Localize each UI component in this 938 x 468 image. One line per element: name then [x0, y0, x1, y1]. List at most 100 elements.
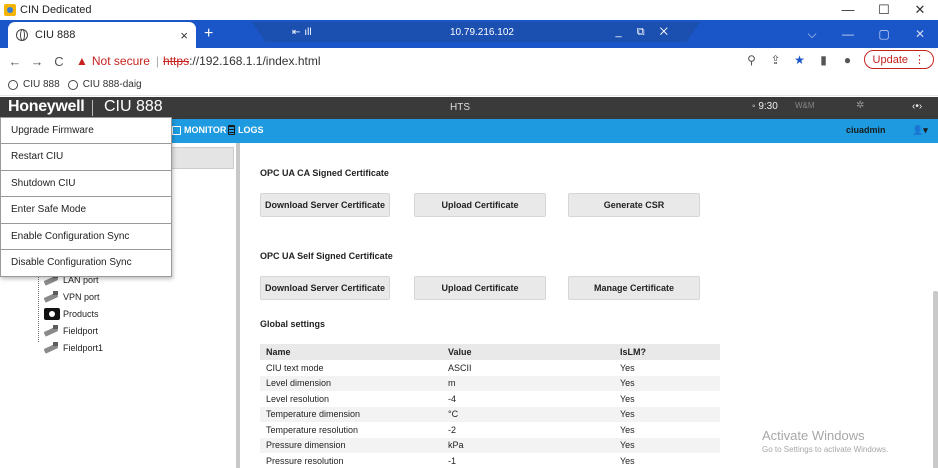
device-tree: LAN port VPN port Products Fieldport Fie… — [44, 271, 103, 356]
table-row[interactable]: Temperature resolution -2 Yes — [260, 422, 720, 438]
cell-value: m — [442, 375, 614, 391]
clock-time: 9:30 — [758, 101, 778, 112]
url-text: ://192.168.1.1/index.html — [189, 54, 321, 68]
window-title-bar: CIN Dedicated — ☐ ✕ — [0, 0, 938, 20]
menu-item-shutdown-ciu[interactable]: Shutdown CIU — [1, 171, 171, 198]
generate-csr-button[interactable]: Generate CSR — [568, 193, 700, 217]
system-menu-dropdown: Upgrade Firmware Restart CIU Shutdown CI… — [0, 117, 172, 278]
menu-item-restart-ciu[interactable]: Restart CIU — [1, 144, 171, 171]
forward-button[interactable]: → — [26, 54, 48, 69]
col-name-header: Name — [260, 344, 442, 360]
url-scheme: https — [163, 54, 190, 68]
sidebar-icon[interactable]: ▮ — [812, 53, 836, 67]
port-icon — [44, 290, 60, 303]
self-download-server-cert-button[interactable]: Download Server Certificate — [260, 276, 390, 300]
cell-name: Temperature resolution — [266, 424, 359, 435]
cell-islm: Yes — [620, 362, 635, 373]
global-settings-title: Global settings — [260, 319, 326, 329]
profile-icon[interactable]: ● — [836, 53, 860, 67]
cell-islm: Yes — [620, 424, 635, 435]
address-bar-actions: ⚲ ⇪ ★ ▮ ● Update ⋮ — [740, 50, 934, 69]
ca-download-server-cert-button[interactable]: Download Server Certificate — [260, 193, 390, 217]
pin-icon[interactable]: ⇤ — [292, 27, 300, 38]
cell-value: -1 — [448, 455, 457, 466]
menu-item-enter-safe-mode[interactable]: Enter Safe Mode — [1, 197, 171, 224]
table-row[interactable]: Pressure dimension kPa Yes — [260, 437, 720, 453]
cell-islm: Yes — [620, 455, 635, 466]
table-row[interactable]: CIU text mode ASCII Yes — [260, 360, 720, 376]
bookmark-ciu-888-daig[interactable]: CIU 888-daig — [67, 79, 142, 90]
kebab-menu-icon: ⋮ — [914, 54, 925, 66]
remote-controls[interactable]: _ ⧉ ✕ — [616, 26, 674, 39]
browser-close-button[interactable]: ✕ — [902, 27, 938, 41]
not-secure-label: Not secure — [91, 54, 150, 68]
bookmark-label: CIU 888-daig — [82, 79, 142, 90]
main-content: OPC UA CA Signed Certificate Download Se… — [240, 143, 938, 468]
cell-islm: Yes — [620, 393, 635, 404]
window-title: CIN Dedicated — [20, 4, 92, 16]
update-button[interactable]: Update ⋮ — [863, 50, 934, 69]
table-row[interactable]: Level resolution -4 Yes — [260, 391, 720, 407]
tree-item-fieldport[interactable]: Fieldport — [44, 322, 103, 339]
share-icon[interactable]: ⇪ — [764, 53, 788, 67]
browser-restore-button[interactable]: ▢ — [866, 27, 902, 41]
cell-islm: Yes — [614, 406, 720, 422]
tree-item-fieldport1[interactable]: Fieldport1 — [44, 339, 103, 356]
tree-item-vpn-port[interactable]: VPN port — [44, 288, 103, 305]
logs-icon — [228, 125, 235, 135]
update-label: Update — [872, 53, 908, 66]
table-row[interactable]: Temperature dimension °C Yes — [260, 406, 720, 422]
zoom-icon[interactable]: ⚲ — [740, 53, 764, 67]
settings-icon[interactable]: ✲ — [856, 100, 864, 111]
cell-value: ASCII — [448, 362, 472, 373]
table-row[interactable]: Level dimension m Yes — [260, 375, 720, 391]
monitor-icon — [172, 125, 181, 135]
col-value-header: Value — [442, 344, 614, 360]
watermark-line1: Activate Windows — [762, 428, 865, 443]
tree-label: Products — [63, 308, 99, 319]
cell-value: kPa — [442, 437, 614, 453]
table-row[interactable]: Pressure resolution -1 Yes — [260, 453, 720, 468]
nav-logs-label: LOGS — [238, 125, 264, 135]
minimize-button[interactable]: — — [830, 0, 866, 20]
menu-item-enable-config-sync[interactable]: Enable Configuration Sync — [1, 224, 171, 250]
ca-upload-cert-button[interactable]: Upload Certificate — [414, 193, 546, 217]
tab-search-icon[interactable]: ⌵ — [794, 27, 830, 42]
manage-cert-button[interactable]: Manage Certificate — [568, 276, 700, 300]
cell-name: Pressure resolution — [266, 455, 344, 466]
brand-logo: Honeywell — [8, 98, 85, 115]
product-name: CIU 888 — [104, 98, 163, 115]
close-button[interactable]: ✕ — [902, 0, 938, 20]
cell-islm: Yes — [614, 437, 720, 453]
menu-item-upgrade-firmware[interactable]: Upgrade Firmware — [1, 118, 171, 145]
url-separator: | — [155, 54, 160, 68]
back-button[interactable]: ← — [4, 54, 26, 69]
watermark-line2: Go to Settings to activate Windows. — [762, 445, 889, 454]
menu-item-disable-config-sync[interactable]: Disable Configuration Sync — [1, 250, 171, 276]
header-divider — [92, 100, 93, 116]
nav-monitor[interactable]: MONITOR — [172, 125, 226, 135]
tab-close-icon[interactable]: × — [180, 28, 188, 43]
expand-icon[interactable]: ‹•› — [912, 101, 922, 112]
tree-item-products[interactable]: Products — [44, 305, 103, 322]
self-upload-cert-button[interactable]: Upload Certificate — [414, 276, 546, 300]
site-label: HTS — [450, 102, 470, 113]
nav-logs[interactable]: LOGS — [228, 125, 264, 135]
reload-button[interactable]: C — [48, 54, 70, 69]
url-field[interactable]: ▲ Not secure | https ://192.168.1.1/inde… — [76, 54, 320, 68]
vertical-scrollbar[interactable] — [933, 291, 938, 468]
globe-icon — [8, 79, 18, 90]
cell-name: CIU text mode — [266, 362, 324, 373]
remote-ip: 10.79.216.102 — [450, 26, 514, 38]
activation-watermark: Activate Windows Go to Settings to activ… — [762, 428, 888, 454]
new-tab-button[interactable]: + — [204, 25, 213, 43]
bookmark-star-icon[interactable]: ★ — [788, 53, 812, 67]
tab-ciu-888[interactable]: CIU 888 × — [8, 22, 196, 48]
port-icon — [44, 324, 60, 337]
browser-minimize-button[interactable]: — — [830, 27, 866, 41]
user-icon[interactable]: 👤▾ — [912, 125, 928, 136]
maximize-button[interactable]: ☐ — [866, 0, 902, 20]
bookmark-ciu-888[interactable]: CIU 888 — [8, 79, 60, 90]
user-name[interactable]: ciuadmin — [846, 125, 886, 135]
clock: ◦ 9:30 — [752, 101, 778, 112]
